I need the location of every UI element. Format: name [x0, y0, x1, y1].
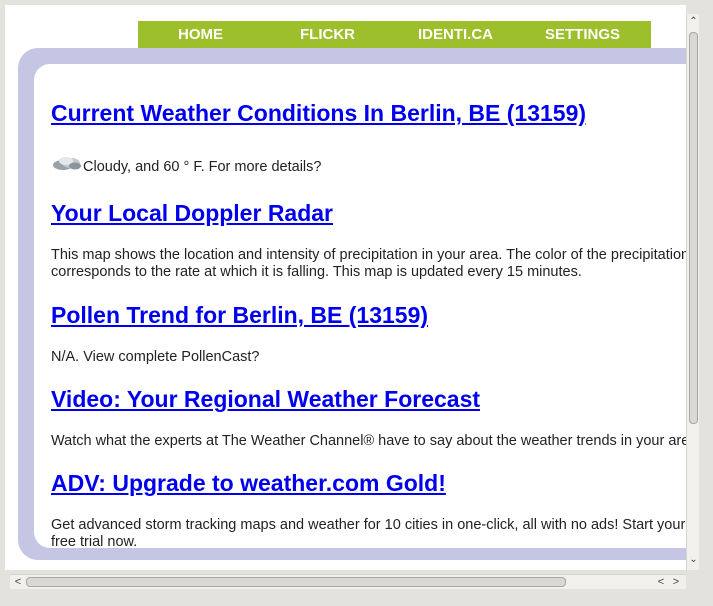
- nav-identica[interactable]: IDENTI.CA: [418, 26, 493, 43]
- browser-viewport: HOME FLICKR IDENTI.CA SETTINGS Current W…: [5, 5, 686, 570]
- upgrade-gold-link[interactable]: ADV: Upgrade to weather.com Gold!: [51, 470, 446, 497]
- doppler-radar-link[interactable]: Your Local Doppler Radar: [51, 200, 333, 227]
- vertical-scrollbar[interactable]: ⌃ ⌄: [686, 14, 699, 570]
- nav-flickr[interactable]: FLICKR: [300, 26, 355, 43]
- content-panel: Current Weather Conditions In Berlin, BE…: [34, 64, 686, 548]
- pollen-trend-link[interactable]: Pollen Trend for Berlin, BE (13159): [51, 302, 428, 329]
- doppler-text-line1: This map shows the location and intensit…: [51, 247, 686, 263]
- top-navbar: HOME FLICKR IDENTI.CA SETTINGS: [138, 21, 651, 48]
- upgrade-text-line2: free trial now.: [51, 534, 138, 548]
- scroll-up-button[interactable]: ⌃: [687, 16, 700, 28]
- nav-home[interactable]: HOME: [178, 26, 223, 43]
- cloud-icon: [53, 157, 81, 170]
- horizontal-scroll-thumb[interactable]: [26, 577, 566, 587]
- scroll-down-button[interactable]: ⌄: [687, 554, 700, 566]
- vertical-scroll-thumb[interactable]: [689, 32, 698, 424]
- upgrade-text-line1: Get advanced storm tracking maps and wea…: [51, 517, 686, 533]
- horizontal-scrollbar[interactable]: < < >: [10, 574, 686, 589]
- pollen-text: N/A. View complete PollenCast?: [51, 349, 260, 365]
- scrollbar-corner: [686, 574, 699, 589]
- scroll-left-end-button[interactable]: <: [655, 575, 667, 589]
- scroll-left-button[interactable]: <: [12, 575, 24, 589]
- current-conditions-text: Cloudy, and 60 ° F. For more details?: [51, 155, 321, 176]
- doppler-text-line2: corresponds to the rate at which it is f…: [51, 264, 582, 280]
- scroll-right-button[interactable]: >: [670, 575, 682, 589]
- current-conditions-link[interactable]: Current Weather Conditions In Berlin, BE…: [51, 100, 586, 127]
- regional-video-link[interactable]: Video: Your Regional Weather Forecast: [51, 386, 480, 413]
- conditions-summary: Cloudy, and 60 ° F. For more details?: [83, 159, 322, 175]
- nav-settings[interactable]: SETTINGS: [545, 26, 620, 43]
- video-text: Watch what the experts at The Weather Ch…: [51, 433, 686, 449]
